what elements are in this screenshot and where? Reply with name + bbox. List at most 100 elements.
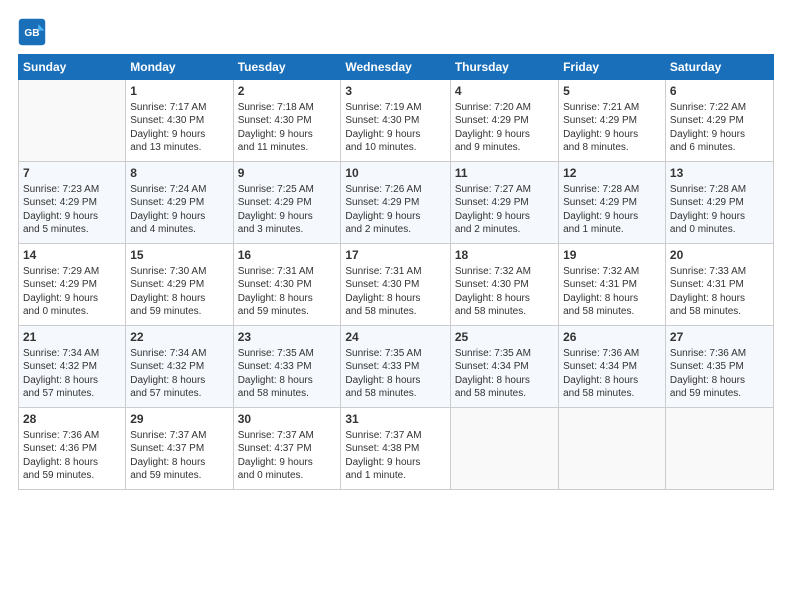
week-row-3: 14Sunrise: 7:29 AM Sunset: 4:29 PM Dayli… — [19, 244, 774, 326]
day-info: Sunrise: 7:34 AM Sunset: 4:32 PM Dayligh… — [130, 347, 228, 401]
day-number: 6 — [670, 83, 769, 100]
day-number: 27 — [670, 329, 769, 346]
day-number: 28 — [23, 411, 121, 428]
calendar-cell: 31Sunrise: 7:37 AM Sunset: 4:38 PM Dayli… — [341, 408, 450, 490]
calendar-cell: 22Sunrise: 7:34 AM Sunset: 4:32 PM Dayli… — [126, 326, 233, 408]
week-row-1: 1Sunrise: 7:17 AM Sunset: 4:30 PM Daylig… — [19, 80, 774, 162]
day-number: 26 — [563, 329, 661, 346]
week-row-5: 28Sunrise: 7:36 AM Sunset: 4:36 PM Dayli… — [19, 408, 774, 490]
col-header-monday: Monday — [126, 55, 233, 80]
day-number: 13 — [670, 165, 769, 182]
day-number: 10 — [345, 165, 445, 182]
day-info: Sunrise: 7:37 AM Sunset: 4:38 PM Dayligh… — [345, 429, 445, 483]
day-info: Sunrise: 7:20 AM Sunset: 4:29 PM Dayligh… — [455, 101, 554, 155]
svg-text:GB: GB — [24, 28, 39, 39]
calendar-cell: 15Sunrise: 7:30 AM Sunset: 4:29 PM Dayli… — [126, 244, 233, 326]
day-info: Sunrise: 7:32 AM Sunset: 4:31 PM Dayligh… — [563, 265, 661, 319]
calendar-cell: 16Sunrise: 7:31 AM Sunset: 4:30 PM Dayli… — [233, 244, 341, 326]
day-number: 31 — [345, 411, 445, 428]
day-info: Sunrise: 7:33 AM Sunset: 4:31 PM Dayligh… — [670, 265, 769, 319]
day-number: 29 — [130, 411, 228, 428]
calendar-cell: 4Sunrise: 7:20 AM Sunset: 4:29 PM Daylig… — [450, 80, 558, 162]
day-number: 7 — [23, 165, 121, 182]
day-info: Sunrise: 7:26 AM Sunset: 4:29 PM Dayligh… — [345, 183, 445, 237]
calendar-header-row: SundayMondayTuesdayWednesdayThursdayFrid… — [19, 55, 774, 80]
calendar-cell: 10Sunrise: 7:26 AM Sunset: 4:29 PM Dayli… — [341, 162, 450, 244]
calendar-cell: 26Sunrise: 7:36 AM Sunset: 4:34 PM Dayli… — [559, 326, 666, 408]
day-number: 3 — [345, 83, 445, 100]
calendar-cell: 17Sunrise: 7:31 AM Sunset: 4:30 PM Dayli… — [341, 244, 450, 326]
col-header-saturday: Saturday — [665, 55, 773, 80]
calendar-cell: 25Sunrise: 7:35 AM Sunset: 4:34 PM Dayli… — [450, 326, 558, 408]
day-number: 24 — [345, 329, 445, 346]
logo-icon: GB — [18, 18, 46, 46]
calendar-cell: 18Sunrise: 7:32 AM Sunset: 4:30 PM Dayli… — [450, 244, 558, 326]
day-info: Sunrise: 7:29 AM Sunset: 4:29 PM Dayligh… — [23, 265, 121, 319]
col-header-friday: Friday — [559, 55, 666, 80]
day-number: 21 — [23, 329, 121, 346]
day-number: 30 — [238, 411, 337, 428]
calendar-cell: 11Sunrise: 7:27 AM Sunset: 4:29 PM Dayli… — [450, 162, 558, 244]
header: GB — [18, 18, 774, 46]
col-header-wednesday: Wednesday — [341, 55, 450, 80]
day-info: Sunrise: 7:28 AM Sunset: 4:29 PM Dayligh… — [670, 183, 769, 237]
day-info: Sunrise: 7:30 AM Sunset: 4:29 PM Dayligh… — [130, 265, 228, 319]
calendar-cell: 27Sunrise: 7:36 AM Sunset: 4:35 PM Dayli… — [665, 326, 773, 408]
day-number: 1 — [130, 83, 228, 100]
calendar-cell: 14Sunrise: 7:29 AM Sunset: 4:29 PM Dayli… — [19, 244, 126, 326]
day-info: Sunrise: 7:21 AM Sunset: 4:29 PM Dayligh… — [563, 101, 661, 155]
day-info: Sunrise: 7:34 AM Sunset: 4:32 PM Dayligh… — [23, 347, 121, 401]
day-info: Sunrise: 7:31 AM Sunset: 4:30 PM Dayligh… — [238, 265, 337, 319]
day-info: Sunrise: 7:35 AM Sunset: 4:33 PM Dayligh… — [345, 347, 445, 401]
day-info: Sunrise: 7:31 AM Sunset: 4:30 PM Dayligh… — [345, 265, 445, 319]
day-number: 4 — [455, 83, 554, 100]
calendar-cell: 2Sunrise: 7:18 AM Sunset: 4:30 PM Daylig… — [233, 80, 341, 162]
calendar-cell — [665, 408, 773, 490]
day-info: Sunrise: 7:36 AM Sunset: 4:34 PM Dayligh… — [563, 347, 661, 401]
page: GB SundayMondayTuesdayWednesdayThursdayF… — [0, 0, 792, 612]
calendar-cell — [559, 408, 666, 490]
day-info: Sunrise: 7:36 AM Sunset: 4:36 PM Dayligh… — [23, 429, 121, 483]
calendar-cell: 23Sunrise: 7:35 AM Sunset: 4:33 PM Dayli… — [233, 326, 341, 408]
day-number: 23 — [238, 329, 337, 346]
calendar-cell: 13Sunrise: 7:28 AM Sunset: 4:29 PM Dayli… — [665, 162, 773, 244]
calendar-cell: 19Sunrise: 7:32 AM Sunset: 4:31 PM Dayli… — [559, 244, 666, 326]
day-number: 14 — [23, 247, 121, 264]
week-row-2: 7Sunrise: 7:23 AM Sunset: 4:29 PM Daylig… — [19, 162, 774, 244]
calendar-cell — [19, 80, 126, 162]
day-number: 12 — [563, 165, 661, 182]
day-info: Sunrise: 7:22 AM Sunset: 4:29 PM Dayligh… — [670, 101, 769, 155]
calendar-cell: 30Sunrise: 7:37 AM Sunset: 4:37 PM Dayli… — [233, 408, 341, 490]
day-info: Sunrise: 7:35 AM Sunset: 4:33 PM Dayligh… — [238, 347, 337, 401]
calendar-cell: 7Sunrise: 7:23 AM Sunset: 4:29 PM Daylig… — [19, 162, 126, 244]
day-info: Sunrise: 7:17 AM Sunset: 4:30 PM Dayligh… — [130, 101, 228, 155]
day-info: Sunrise: 7:24 AM Sunset: 4:29 PM Dayligh… — [130, 183, 228, 237]
day-number: 25 — [455, 329, 554, 346]
calendar-cell: 9Sunrise: 7:25 AM Sunset: 4:29 PM Daylig… — [233, 162, 341, 244]
day-number: 11 — [455, 165, 554, 182]
day-number: 2 — [238, 83, 337, 100]
day-number: 20 — [670, 247, 769, 264]
calendar-cell: 1Sunrise: 7:17 AM Sunset: 4:30 PM Daylig… — [126, 80, 233, 162]
calendar-cell — [450, 408, 558, 490]
day-number: 5 — [563, 83, 661, 100]
day-number: 16 — [238, 247, 337, 264]
day-info: Sunrise: 7:37 AM Sunset: 4:37 PM Dayligh… — [238, 429, 337, 483]
calendar-cell: 29Sunrise: 7:37 AM Sunset: 4:37 PM Dayli… — [126, 408, 233, 490]
day-info: Sunrise: 7:25 AM Sunset: 4:29 PM Dayligh… — [238, 183, 337, 237]
week-row-4: 21Sunrise: 7:34 AM Sunset: 4:32 PM Dayli… — [19, 326, 774, 408]
calendar-cell: 6Sunrise: 7:22 AM Sunset: 4:29 PM Daylig… — [665, 80, 773, 162]
calendar-cell: 5Sunrise: 7:21 AM Sunset: 4:29 PM Daylig… — [559, 80, 666, 162]
col-header-thursday: Thursday — [450, 55, 558, 80]
calendar-cell: 28Sunrise: 7:36 AM Sunset: 4:36 PM Dayli… — [19, 408, 126, 490]
calendar-cell: 24Sunrise: 7:35 AM Sunset: 4:33 PM Dayli… — [341, 326, 450, 408]
day-info: Sunrise: 7:27 AM Sunset: 4:29 PM Dayligh… — [455, 183, 554, 237]
day-info: Sunrise: 7:18 AM Sunset: 4:30 PM Dayligh… — [238, 101, 337, 155]
day-info: Sunrise: 7:36 AM Sunset: 4:35 PM Dayligh… — [670, 347, 769, 401]
col-header-sunday: Sunday — [19, 55, 126, 80]
day-info: Sunrise: 7:35 AM Sunset: 4:34 PM Dayligh… — [455, 347, 554, 401]
day-number: 8 — [130, 165, 228, 182]
day-number: 15 — [130, 247, 228, 264]
day-number: 9 — [238, 165, 337, 182]
day-number: 19 — [563, 247, 661, 264]
